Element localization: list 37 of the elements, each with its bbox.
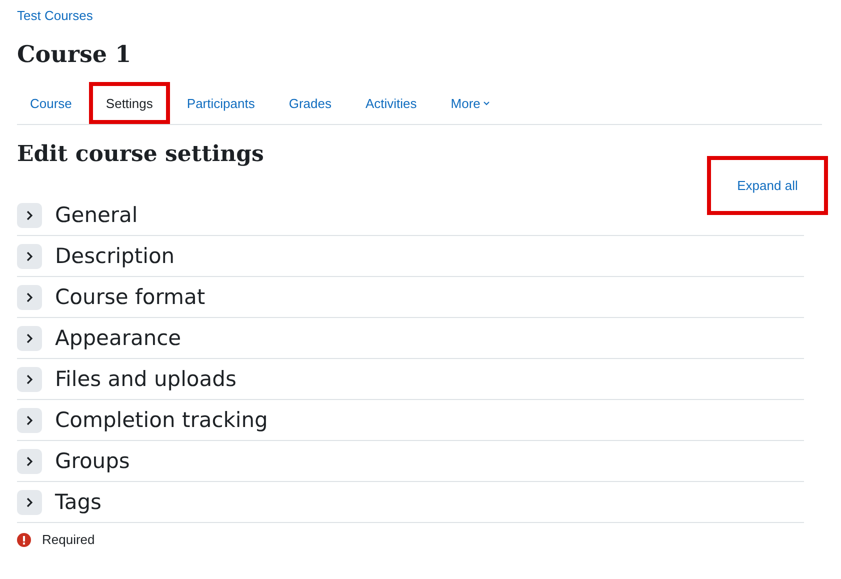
chevron-icon xyxy=(26,250,33,262)
section-title[interactable]: Groups xyxy=(55,449,130,473)
section-heading: Edit course settings xyxy=(17,141,265,167)
expand-all-link[interactable]: Expand all xyxy=(707,156,828,215)
expand-toggle[interactable] xyxy=(17,284,42,310)
nav-tab[interactable]: Participants xyxy=(170,82,272,124)
breadcrumb-link[interactable]: Test Courses xyxy=(17,8,93,23)
section-title[interactable]: Description xyxy=(55,244,175,268)
expand-toggle[interactable] xyxy=(17,244,42,268)
expand-toggle[interactable] xyxy=(17,408,42,432)
chevron-icon xyxy=(26,374,33,384)
section-title[interactable]: General xyxy=(55,203,138,227)
expand-toggle[interactable] xyxy=(17,202,42,228)
chevron-icon xyxy=(26,332,33,344)
nav-tab[interactable]: More xyxy=(434,82,508,124)
chevron-icon xyxy=(26,414,33,426)
caret-icon xyxy=(483,100,490,106)
page-title: Course 1 xyxy=(17,41,132,68)
nav-tab[interactable]: Activities xyxy=(348,82,434,124)
section-title[interactable]: Completion tracking xyxy=(55,408,268,432)
required-note: Required xyxy=(42,532,95,547)
section-title[interactable]: Tags xyxy=(55,490,102,514)
chevron-icon xyxy=(26,456,33,466)
expand-toggle[interactable] xyxy=(17,490,42,514)
chevron-icon xyxy=(26,496,33,508)
expand-toggle[interactable] xyxy=(17,326,42,350)
chevron-icon xyxy=(26,292,33,302)
section-title[interactable]: Course format xyxy=(55,285,206,309)
section-title[interactable]: Appearance xyxy=(55,326,182,350)
nav-tab[interactable]: Settings xyxy=(88,82,170,124)
chevron-icon xyxy=(26,210,33,220)
nav-tab[interactable]: Course xyxy=(13,82,89,124)
section-title[interactable]: Files and uploads xyxy=(55,367,236,391)
expand-toggle[interactable] xyxy=(17,448,42,474)
required-icon xyxy=(17,532,31,546)
expand-toggle[interactable] xyxy=(17,366,42,392)
nav-tab[interactable]: Grades xyxy=(272,82,348,124)
